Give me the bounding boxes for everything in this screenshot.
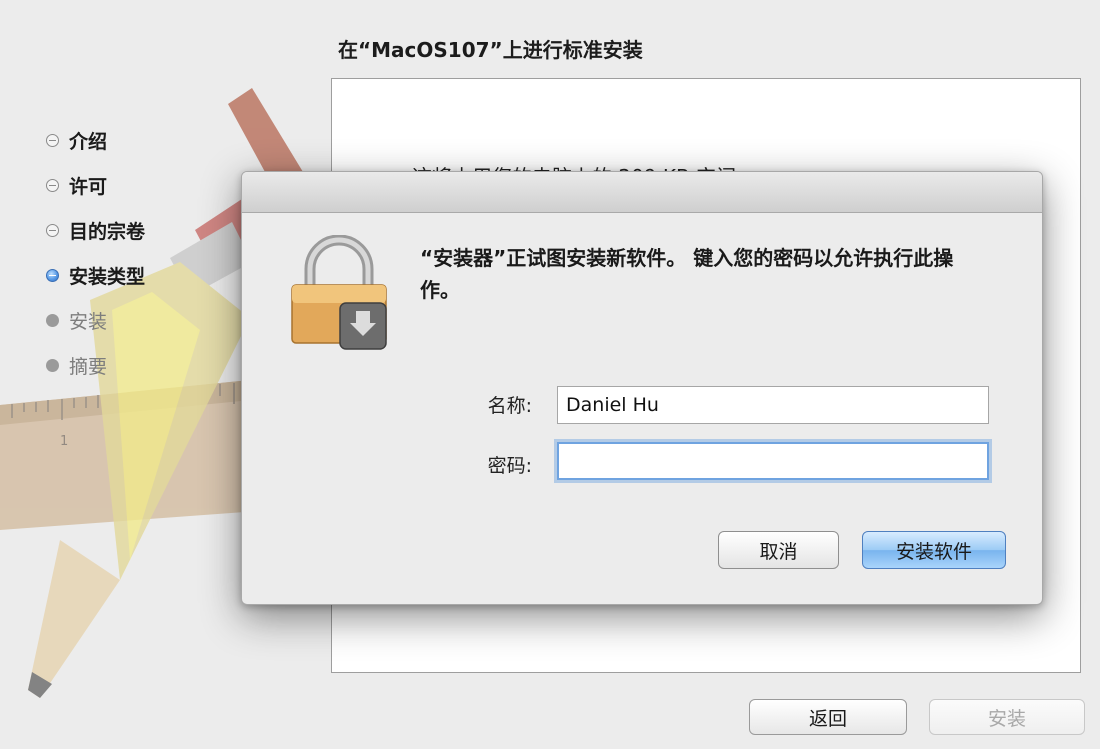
dialog-message: “安装器”正试图安装新软件。 键入您的密码以允许执行此操作。	[420, 246, 954, 302]
step-label: 摘要	[69, 356, 108, 378]
step-done-icon	[46, 179, 59, 192]
step-pending-icon	[46, 314, 59, 327]
install-software-button[interactable]: 安装软件	[862, 531, 1006, 569]
step-label: 许可	[69, 176, 108, 198]
step-license: 许可	[46, 163, 145, 208]
step-done-icon	[46, 224, 59, 237]
step-done-icon	[46, 134, 59, 147]
step-install-type: 安装类型	[46, 253, 145, 298]
cancel-button[interactable]: 取消	[718, 531, 839, 569]
step-current-icon	[46, 269, 59, 282]
step-label: 目的宗卷	[69, 221, 146, 243]
step-pending-icon	[46, 359, 59, 372]
step-intro: 介绍	[46, 118, 145, 163]
install-button[interactable]: 安装	[929, 699, 1085, 735]
name-field[interactable]	[557, 386, 989, 424]
step-label: 介绍	[69, 131, 108, 153]
installer-steps: 介绍 许可 目的宗卷 安装类型 安装 摘要	[46, 118, 145, 388]
page-title: 在“MacOS107”上进行标准安装	[338, 38, 643, 62]
back-button[interactable]: 返回	[749, 699, 907, 735]
password-label: 密码:	[487, 455, 532, 477]
step-label: 安装类型	[69, 266, 146, 288]
lock-icon	[291, 235, 387, 350]
auth-dialog: “安装器”正试图安装新软件。 键入您的密码以允许执行此操作。 名称: 密码: 取…	[241, 171, 1043, 605]
step-summary: 摘要	[46, 343, 145, 388]
svg-text:1: 1	[60, 434, 68, 449]
step-install: 安装	[46, 298, 145, 343]
step-destination: 目的宗卷	[46, 208, 145, 253]
dialog-titlebar	[242, 172, 1042, 213]
step-label: 安装	[69, 311, 108, 333]
password-field[interactable]	[557, 442, 989, 480]
name-label: 名称:	[487, 395, 532, 417]
